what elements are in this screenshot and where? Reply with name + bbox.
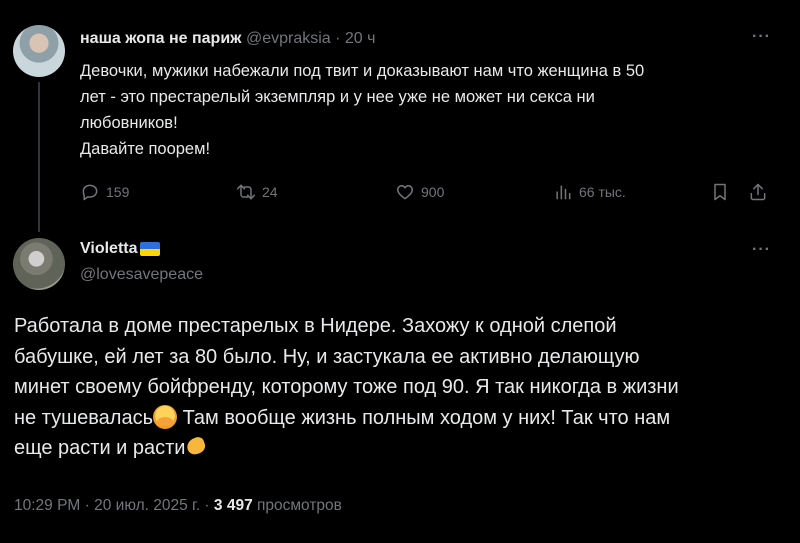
main-author-name[interactable]: Violetta xyxy=(80,240,138,258)
parent-author-handle[interactable]: @evpraksia xyxy=(246,30,331,47)
main-author-avatar[interactable] xyxy=(13,238,65,290)
views-chart-icon xyxy=(556,185,571,200)
more-horizontal-icon[interactable]: ··· xyxy=(752,241,771,259)
heart-icon xyxy=(396,185,414,200)
views-count: 66 тыс. xyxy=(579,184,626,200)
like-button[interactable]: 900 xyxy=(395,180,444,204)
parent-tweet-header: наша жопа не париж @evpraksia · 20 ч xyxy=(80,30,375,48)
face-with-hand-over-mouth-emoji-icon xyxy=(153,404,178,429)
repost-icon xyxy=(236,184,256,200)
main-author-handle[interactable]: @lovesavepeace xyxy=(80,266,203,284)
tweet-views-count: 3 497 xyxy=(213,497,253,514)
more-horizontal-icon[interactable]: ··· xyxy=(752,28,771,46)
thread-connector-line xyxy=(38,82,40,232)
like-count: 900 xyxy=(421,184,445,200)
share-icon xyxy=(750,183,766,201)
tweet-views-label: просмотров xyxy=(252,497,342,514)
flexed-biceps-emoji-icon xyxy=(185,435,209,459)
ukraine-flag-icon xyxy=(139,242,160,256)
tweet-meta: 10:29 PM · 20 июл. 2025 г. · 3 497 просм… xyxy=(14,497,342,515)
parent-tweet-time[interactable]: 20 ч xyxy=(345,30,376,47)
share-button[interactable] xyxy=(748,180,774,204)
tweet-timestamp[interactable]: 10:29 PM · 20 июл. 2025 г. · xyxy=(14,497,214,514)
main-author-name-row: Violetta xyxy=(80,240,160,258)
views-button[interactable]: 66 тыс. xyxy=(553,180,626,204)
parent-tweet[interactable]: наша жопа не париж @evpraksia · 20 ч ···… xyxy=(0,0,800,232)
repost-count: 24 xyxy=(262,184,278,200)
parent-author-name[interactable]: наша жопа не париж xyxy=(80,30,242,47)
bookmark-button[interactable] xyxy=(710,180,736,204)
repost-button[interactable]: 24 xyxy=(236,180,278,204)
header-separator: · xyxy=(335,30,341,47)
parent-tweet-actions: 159 24 900 66 тыс. xyxy=(80,180,780,204)
reply-count: 159 xyxy=(106,184,130,200)
bookmark-icon xyxy=(714,183,726,201)
parent-tweet-text: Девочки, мужики набежали под твит и дока… xyxy=(80,62,645,158)
reply-icon xyxy=(82,184,98,201)
parent-author-avatar[interactable] xyxy=(13,25,65,77)
main-tweet-text: Работала в доме престарелых в Нидере. За… xyxy=(14,311,784,464)
reply-button[interactable]: 159 xyxy=(80,180,129,204)
